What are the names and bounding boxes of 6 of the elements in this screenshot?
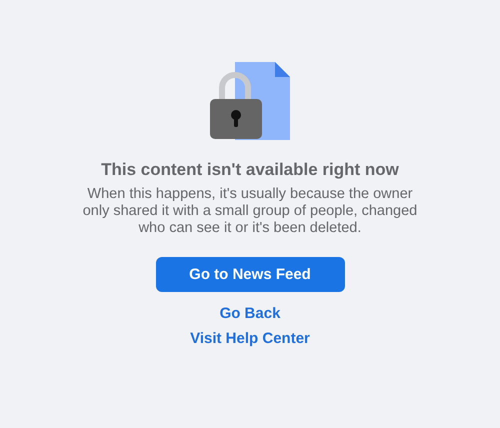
error-message: When this happens, it's usually because the owner only shared it with a small group of people, changed who can see it or it's been deleted. xyxy=(82,186,418,237)
locked-document-icon xyxy=(209,60,291,140)
news-feed-button[interactable]: Go to News Feed xyxy=(156,257,344,292)
text-link[interactable]: Visit Help Center xyxy=(190,329,310,348)
error-title: This content isn't available right now xyxy=(101,160,399,180)
text-link[interactable]: Go Back xyxy=(220,304,280,323)
